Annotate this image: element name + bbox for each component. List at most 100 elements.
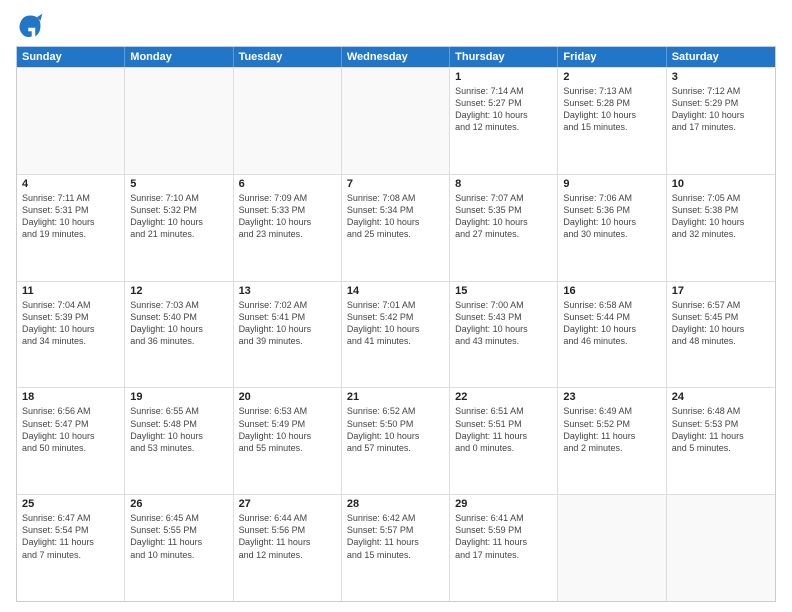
calendar-cell: 24 Sunrise: 6:48 AM Sunset: 5:53 PM Dayli… (667, 388, 775, 494)
calendar-cell: 20 Sunrise: 6:53 AM Sunset: 5:49 PM Dayli… (234, 388, 342, 494)
calendar-row-1: 4 Sunrise: 7:11 AM Sunset: 5:31 PM Daylig… (17, 174, 775, 281)
calendar-body: 1 Sunrise: 7:14 AM Sunset: 5:27 PM Daylig… (17, 67, 775, 601)
calendar-cell: 21 Sunrise: 6:52 AM Sunset: 5:50 PM Dayli… (342, 388, 450, 494)
day-info: Sunrise: 6:49 AM Sunset: 5:52 PM Dayligh… (563, 405, 660, 454)
day-number: 25 (22, 498, 119, 510)
day-number: 14 (347, 285, 444, 297)
calendar-cell: 8Sunrise: 7:07 AM Sunset: 5:35 PM Daylig… (450, 175, 558, 281)
day-info: Sunrise: 6:53 AM Sunset: 5:49 PM Dayligh… (239, 405, 336, 454)
calendar-cell: 19 Sunrise: 6:55 AM Sunset: 5:48 PM Dayli… (125, 388, 233, 494)
cal-header-thursday: Thursday (450, 47, 558, 67)
calendar-cell: 2 Sunrise: 7:13 AM Sunset: 5:28 PM Daylig… (558, 68, 666, 174)
day-number: 9 (563, 178, 660, 190)
calendar-cell (17, 68, 125, 174)
day-number: 24 (672, 391, 770, 403)
day-info: Sunrise: 6:45 AM Sunset: 5:55 PM Dayligh… (130, 512, 227, 561)
day-info: Sunrise: 6:56 AM Sunset: 5:47 PM Dayligh… (22, 405, 119, 454)
calendar-cell: 13Sunrise: 7:02 AM Sunset: 5:41 PM Dayli… (234, 282, 342, 388)
calendar: SundayMondayTuesdayWednesdayThursdayFrid… (16, 46, 776, 602)
calendar-cell: 18 Sunrise: 6:56 AM Sunset: 5:47 PM Dayli… (17, 388, 125, 494)
day-number: 15 (455, 285, 552, 297)
cal-header-friday: Friday (558, 47, 666, 67)
calendar-cell: 17 Sunrise: 6:57 AM Sunset: 5:45 PM Dayli… (667, 282, 775, 388)
day-number: 6 (239, 178, 336, 190)
calendar-cell: 3 Sunrise: 7:12 AM Sunset: 5:29 PM Daylig… (667, 68, 775, 174)
day-info: Sunrise: 7:10 AM Sunset: 5:32 PM Dayligh… (130, 192, 227, 241)
logo (16, 12, 48, 40)
day-info: Sunrise: 7:06 AM Sunset: 5:36 PM Dayligh… (563, 192, 660, 241)
day-info: Sunrise: 6:58 AM Sunset: 5:44 PM Dayligh… (563, 299, 660, 348)
day-info: Sunrise: 7:09 AM Sunset: 5:33 PM Dayligh… (239, 192, 336, 241)
calendar-cell: 12 Sunrise: 7:03 AM Sunset: 5:40 PM Dayli… (125, 282, 233, 388)
calendar-cell: 10 Sunrise: 7:05 AM Sunset: 5:38 PM Dayli… (667, 175, 775, 281)
calendar-cell: 7Sunrise: 7:08 AM Sunset: 5:34 PM Daylig… (342, 175, 450, 281)
day-number: 12 (130, 285, 227, 297)
day-info: Sunrise: 7:14 AM Sunset: 5:27 PM Dayligh… (455, 85, 552, 134)
calendar-cell: 29 Sunrise: 6:41 AM Sunset: 5:59 PM Dayli… (450, 495, 558, 601)
day-number: 18 (22, 391, 119, 403)
calendar-row-2: 11 Sunrise: 7:04 AM Sunset: 5:39 PM Dayli… (17, 281, 775, 388)
day-info: Sunrise: 6:44 AM Sunset: 5:56 PM Dayligh… (239, 512, 336, 561)
calendar-cell (125, 68, 233, 174)
calendar-cell: 15 Sunrise: 7:00 AM Sunset: 5:43 PM Dayli… (450, 282, 558, 388)
day-info: Sunrise: 6:48 AM Sunset: 5:53 PM Dayligh… (672, 405, 770, 454)
day-info: Sunrise: 7:02 AM Sunset: 5:41 PM Dayligh… (239, 299, 336, 348)
day-info: Sunrise: 6:55 AM Sunset: 5:48 PM Dayligh… (130, 405, 227, 454)
day-number: 3 (672, 71, 770, 83)
day-info: Sunrise: 6:47 AM Sunset: 5:54 PM Dayligh… (22, 512, 119, 561)
day-number: 5 (130, 178, 227, 190)
day-number: 28 (347, 498, 444, 510)
calendar-row-0: 1 Sunrise: 7:14 AM Sunset: 5:27 PM Daylig… (17, 67, 775, 174)
day-info: Sunrise: 7:00 AM Sunset: 5:43 PM Dayligh… (455, 299, 552, 348)
day-info: Sunrise: 6:52 AM Sunset: 5:50 PM Dayligh… (347, 405, 444, 454)
day-info: Sunrise: 6:51 AM Sunset: 5:51 PM Dayligh… (455, 405, 552, 454)
day-number: 26 (130, 498, 227, 510)
day-number: 10 (672, 178, 770, 190)
day-info: Sunrise: 7:08 AM Sunset: 5:34 PM Dayligh… (347, 192, 444, 241)
day-number: 20 (239, 391, 336, 403)
calendar-row-3: 18 Sunrise: 6:56 AM Sunset: 5:47 PM Dayli… (17, 387, 775, 494)
calendar-cell (342, 68, 450, 174)
calendar-row-4: 25 Sunrise: 6:47 AM Sunset: 5:54 PM Dayli… (17, 494, 775, 601)
calendar-cell: 14Sunrise: 7:01 AM Sunset: 5:42 PM Dayli… (342, 282, 450, 388)
day-number: 27 (239, 498, 336, 510)
calendar-cell (558, 495, 666, 601)
day-info: Sunrise: 7:12 AM Sunset: 5:29 PM Dayligh… (672, 85, 770, 134)
day-number: 1 (455, 71, 552, 83)
day-number: 29 (455, 498, 552, 510)
day-info: Sunrise: 7:05 AM Sunset: 5:38 PM Dayligh… (672, 192, 770, 241)
calendar-cell: 26 Sunrise: 6:45 AM Sunset: 5:55 PM Dayli… (125, 495, 233, 601)
calendar-cell: 28 Sunrise: 6:42 AM Sunset: 5:57 PM Dayli… (342, 495, 450, 601)
day-number: 19 (130, 391, 227, 403)
cal-header-sunday: Sunday (17, 47, 125, 67)
day-info: Sunrise: 7:03 AM Sunset: 5:40 PM Dayligh… (130, 299, 227, 348)
day-number: 11 (22, 285, 119, 297)
day-info: Sunrise: 7:11 AM Sunset: 5:31 PM Dayligh… (22, 192, 119, 241)
calendar-cell: 11 Sunrise: 7:04 AM Sunset: 5:39 PM Dayli… (17, 282, 125, 388)
calendar-cell: 23Sunrise: 6:49 AM Sunset: 5:52 PM Dayli… (558, 388, 666, 494)
calendar-cell: 6 Sunrise: 7:09 AM Sunset: 5:33 PM Daylig… (234, 175, 342, 281)
calendar-cell: 22Sunrise: 6:51 AM Sunset: 5:51 PM Dayli… (450, 388, 558, 494)
calendar-cell: 16 Sunrise: 6:58 AM Sunset: 5:44 PM Dayli… (558, 282, 666, 388)
calendar-cell: 27 Sunrise: 6:44 AM Sunset: 5:56 PM Dayli… (234, 495, 342, 601)
day-number: 4 (22, 178, 119, 190)
day-info: Sunrise: 6:41 AM Sunset: 5:59 PM Dayligh… (455, 512, 552, 561)
calendar-header: SundayMondayTuesdayWednesdayThursdayFrid… (17, 47, 775, 67)
logo-icon (16, 12, 44, 40)
calendar-cell: 5 Sunrise: 7:10 AM Sunset: 5:32 PM Daylig… (125, 175, 233, 281)
day-number: 2 (563, 71, 660, 83)
page: SundayMondayTuesdayWednesdayThursdayFrid… (0, 0, 792, 612)
day-info: Sunrise: 7:13 AM Sunset: 5:28 PM Dayligh… (563, 85, 660, 134)
day-info: Sunrise: 7:04 AM Sunset: 5:39 PM Dayligh… (22, 299, 119, 348)
day-number: 21 (347, 391, 444, 403)
cal-header-wednesday: Wednesday (342, 47, 450, 67)
day-info: Sunrise: 6:57 AM Sunset: 5:45 PM Dayligh… (672, 299, 770, 348)
day-number: 8 (455, 178, 552, 190)
calendar-cell: 1 Sunrise: 7:14 AM Sunset: 5:27 PM Daylig… (450, 68, 558, 174)
cal-header-saturday: Saturday (667, 47, 775, 67)
day-number: 16 (563, 285, 660, 297)
day-number: 17 (672, 285, 770, 297)
day-info: Sunrise: 6:42 AM Sunset: 5:57 PM Dayligh… (347, 512, 444, 561)
cal-header-tuesday: Tuesday (234, 47, 342, 67)
calendar-cell: 4 Sunrise: 7:11 AM Sunset: 5:31 PM Daylig… (17, 175, 125, 281)
